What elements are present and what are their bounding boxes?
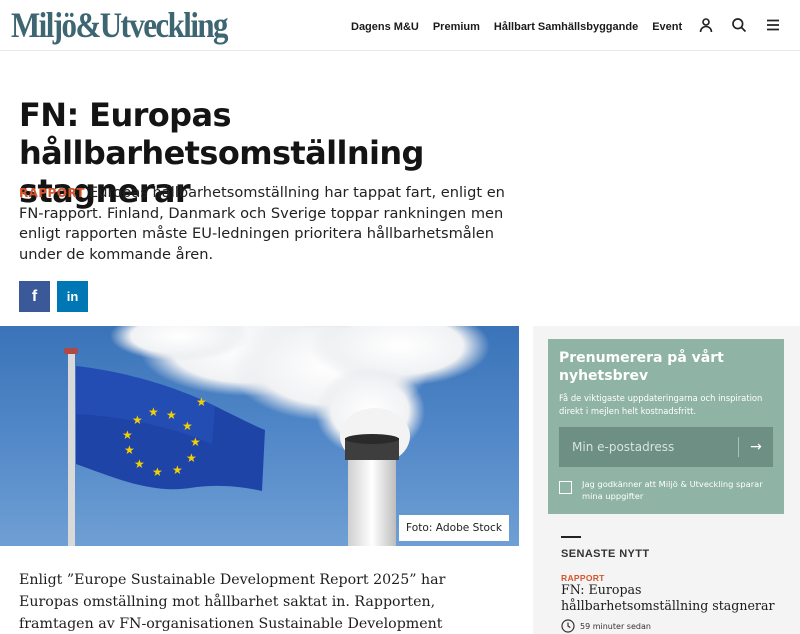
svg-text:★: ★ [148, 405, 159, 419]
user-icon[interactable] [698, 17, 714, 33]
latest-item-headline[interactable]: FN: Europas hållbarhetsomställning stagn… [561, 582, 776, 613]
newsletter-title: Prenumerera på vårt nyhetsbrev [559, 350, 724, 384]
svg-text:★: ★ [186, 451, 197, 465]
submit-arrow-button[interactable]: → [739, 427, 773, 467]
svg-text:★: ★ [122, 428, 133, 442]
svg-text:★: ★ [182, 419, 193, 433]
linkedin-share-button[interactable]: in [57, 281, 88, 312]
main-nav: Dagens M&U Premium Hållbart Samhällsbygg… [351, 21, 696, 33]
svg-text:★: ★ [152, 465, 163, 479]
latest-news-title: SENASTE NYTT [561, 548, 650, 560]
facebook-share-button[interactable]: f [19, 281, 50, 312]
article-body: Enligt ”Europe Sustainable Development R… [19, 572, 446, 632]
svg-text:★: ★ [132, 413, 143, 427]
nav-item-hallbart[interactable]: Hållbart Samhällsbyggande [494, 21, 638, 33]
email-field[interactable] [559, 427, 738, 467]
search-icon[interactable] [731, 17, 747, 33]
svg-text:★: ★ [190, 435, 201, 449]
latest-divider [561, 536, 581, 538]
newsletter-subtitle: Få de viktigaste uppdateringarna och ins… [559, 393, 763, 416]
hero-illustration: ★★ ★ ★★★ ★★★ ★★★ [64, 326, 490, 546]
consent-label: Jag godkänner att Miljö & Utveckling spa… [582, 479, 763, 501]
svg-text:★: ★ [172, 463, 183, 477]
svg-text:★: ★ [166, 408, 177, 422]
latest-item-time-text: 59 minuter sedan [580, 621, 651, 631]
svg-text:★: ★ [196, 395, 207, 409]
nav-item-premium[interactable]: Premium [433, 21, 480, 33]
image-credit: Foto: Adobe Stock [399, 515, 509, 541]
hero-image: ★ ★ ★ ★ ★ ★ ★ ★ ★ ★ ★ ★ Foto: Adobe Stock [0, 326, 519, 546]
article-lead: RAPPORT Europas hållbarhetsomställning ha… [19, 183, 509, 265]
site-logo[interactable]: Miljö&Utveckling [11, 5, 229, 45]
article-lead-text: Europas hållbarhetsomställning har tappa… [19, 184, 505, 263]
menu-icon[interactable] [765, 17, 781, 33]
article-kicker: RAPPORT [19, 186, 86, 200]
nav-item-event[interactable]: Event [652, 21, 682, 33]
svg-text:★: ★ [134, 457, 145, 471]
svg-text:★: ★ [124, 443, 135, 457]
linkedin-icon: in [66, 289, 79, 304]
site-header: Miljö&Utveckling Dagens M&U Premium Håll… [0, 0, 800, 51]
clock-icon [561, 619, 575, 633]
latest-item-time: 59 minuter sedan [561, 619, 651, 633]
nav-item-dagens[interactable]: Dagens M&U [351, 21, 419, 33]
facebook-icon: f [31, 287, 38, 305]
consent-checkbox[interactable] [559, 481, 572, 494]
newsletter-form: → [559, 427, 773, 467]
newsletter-box: Prenumerera på vårt nyhetsbrev Få de vik… [548, 339, 784, 514]
